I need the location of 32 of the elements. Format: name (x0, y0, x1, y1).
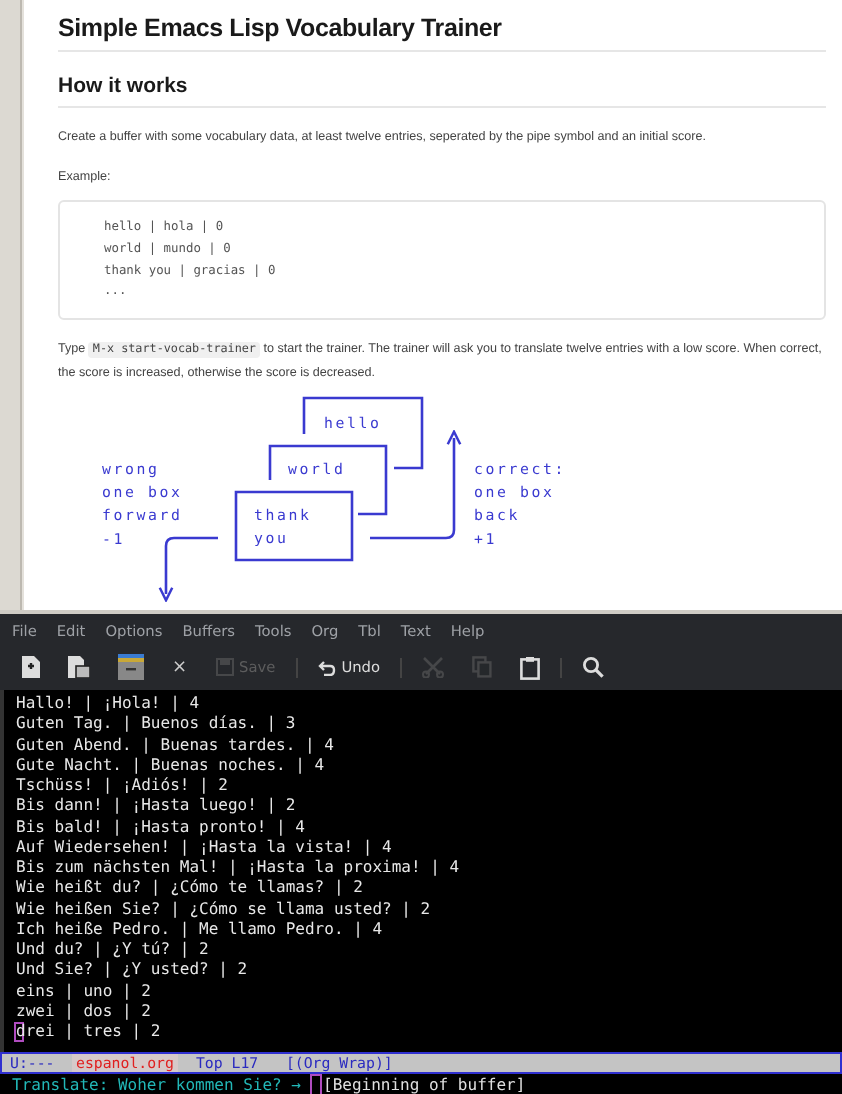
buffer-line: Tschüss! | ¡Adiós! | 2 (16, 776, 230, 797)
section-heading: How it works (58, 74, 190, 98)
buffer-line: Und Sie? | ¿Y usted? | 2 (16, 960, 250, 981)
buffer-line: Ich heiße Pedro. | Me llamo Pedro. | 4 (16, 919, 385, 940)
buffer-line: zwei | dos | 2 (16, 1001, 153, 1022)
search-icon[interactable] (582, 656, 605, 678)
undo-icon (317, 659, 336, 675)
card-outline (234, 491, 354, 562)
buffer-line: Guten Abend. | Buenas tardes. | 4 (16, 735, 336, 756)
buffer-line: Gute Nacht. | Buenas noches. | 4 (16, 755, 327, 776)
clipboard-icon[interactable] (520, 655, 541, 679)
file-icon[interactable] (68, 656, 90, 678)
buffer-line: Bis zum nächsten Mal! | ¡Hasta la proxima! | 4 (16, 858, 462, 879)
buffer-line: Bis dann! | ¡Hasta luego! | 2 (16, 796, 298, 817)
close-button[interactable]: × (172, 657, 188, 677)
folder-icon[interactable] (118, 654, 144, 680)
buffer-line: Bis bald! | ¡Hasta pronto! | 4 (16, 817, 307, 838)
text-cursor (309, 1073, 321, 1094)
save-icon (215, 658, 234, 676)
arrow (370, 430, 462, 540)
buffer-line: Guten Tag. | Buenos días. | 3 (16, 714, 298, 735)
minibuffer-message: [Beginning of buffer] (323, 1075, 526, 1093)
buffer-line: Wie heißt du? | ¿Cómo te llamas? | 2 (16, 878, 365, 899)
buffer-line: Auf Wiedersehen! | ¡Hasta la vista! | 4 (16, 837, 394, 858)
minibuffer-prompt: Translate: Woher kommen Sie? → (12, 1075, 301, 1093)
buffer-line: eins | uno | 2 (16, 981, 153, 1002)
page-title: Simple Emacs Lisp Vocabulary Trainer (58, 14, 504, 42)
buffer-line: Wie heißen Sie? | ¿Cómo se llama usted? | 2 (16, 899, 433, 920)
buffer-line: Und du? | ¿Y tú? | 2 (16, 940, 211, 961)
buffer-line: Hallo! | ¡Hola! | 4 (16, 694, 202, 715)
arrow (158, 537, 218, 602)
new-file-icon[interactable] (22, 656, 40, 678)
